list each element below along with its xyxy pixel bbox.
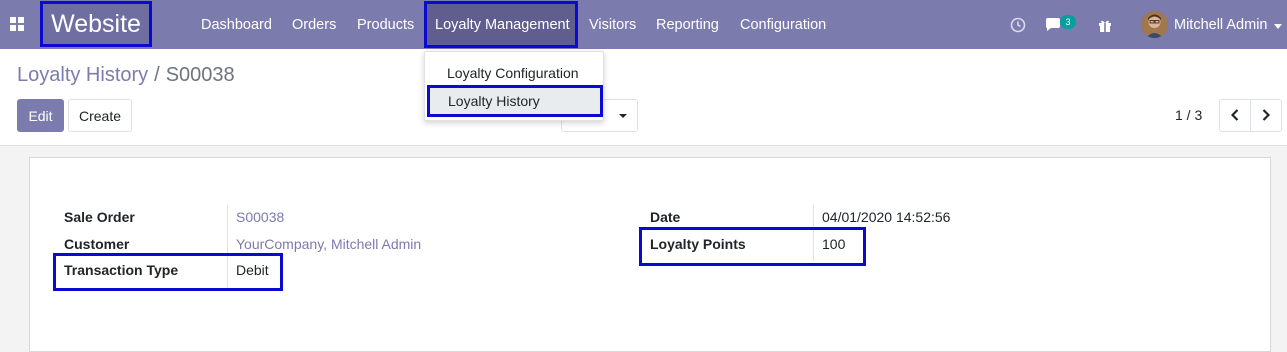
breadcrumb: Loyalty History / S00038	[17, 64, 235, 87]
menu-products[interactable]: Products	[357, 0, 414, 49]
customer-value[interactable]: YourCompany, Mitchell Admin	[236, 236, 421, 252]
breadcrumb-separator: /	[154, 64, 160, 86]
pager-previous-button[interactable]	[1219, 99, 1251, 132]
chevron-left-icon	[1230, 108, 1239, 124]
transaction-type-highlight	[53, 253, 283, 291]
menu-orders[interactable]: Orders	[292, 0, 336, 49]
menu-visitors[interactable]: Visitors	[589, 0, 636, 49]
sale-order-value[interactable]: S00038	[236, 209, 284, 225]
user-menu[interactable]: Mitchell Admin	[1174, 0, 1283, 49]
loyalty-points-highlight	[639, 227, 866, 266]
top-navbar: Website Dashboard Orders Products Loyalt…	[0, 0, 1287, 49]
edit-button[interactable]: Edit	[17, 99, 64, 132]
pager-value[interactable]: 1 / 3	[1175, 107, 1202, 123]
breadcrumb-parent-link[interactable]: Loyalty History	[17, 64, 148, 87]
caret-down-icon	[619, 113, 627, 118]
pager-next-button[interactable]	[1250, 99, 1282, 132]
apps-menu-icon[interactable]	[6, 13, 28, 35]
menu-loyalty-history[interactable]: Loyalty History	[427, 85, 603, 117]
sale-order-label: Sale Order	[64, 209, 135, 225]
user-avatar[interactable]	[1141, 11, 1168, 38]
app-brand[interactable]: Website	[40, 1, 152, 47]
gift-icon[interactable]	[1094, 14, 1116, 36]
date-value: 04/01/2020 14:52:56	[822, 209, 951, 225]
loyalty-management-dropdown: Loyalty Configuration Loyalty History	[424, 51, 604, 121]
activity-clock-icon[interactable]	[1007, 14, 1029, 36]
user-name-label: Mitchell Admin	[1174, 16, 1268, 33]
menu-dashboard[interactable]: Dashboard	[201, 0, 272, 49]
menu-configuration[interactable]: Configuration	[740, 0, 826, 49]
create-button[interactable]: Create	[68, 99, 132, 132]
date-label: Date	[650, 209, 681, 225]
chevron-down-icon	[1274, 17, 1283, 33]
messages-count-badge: 3	[1060, 15, 1076, 29]
customer-label: Customer	[64, 236, 130, 252]
breadcrumb-current: S00038	[165, 64, 235, 86]
menu-loyalty-configuration[interactable]: Loyalty Configuration	[447, 65, 579, 81]
menu-loyalty-management[interactable]: Loyalty Management	[424, 1, 578, 48]
menu-reporting[interactable]: Reporting	[656, 0, 719, 49]
chevron-right-icon	[1262, 108, 1271, 124]
